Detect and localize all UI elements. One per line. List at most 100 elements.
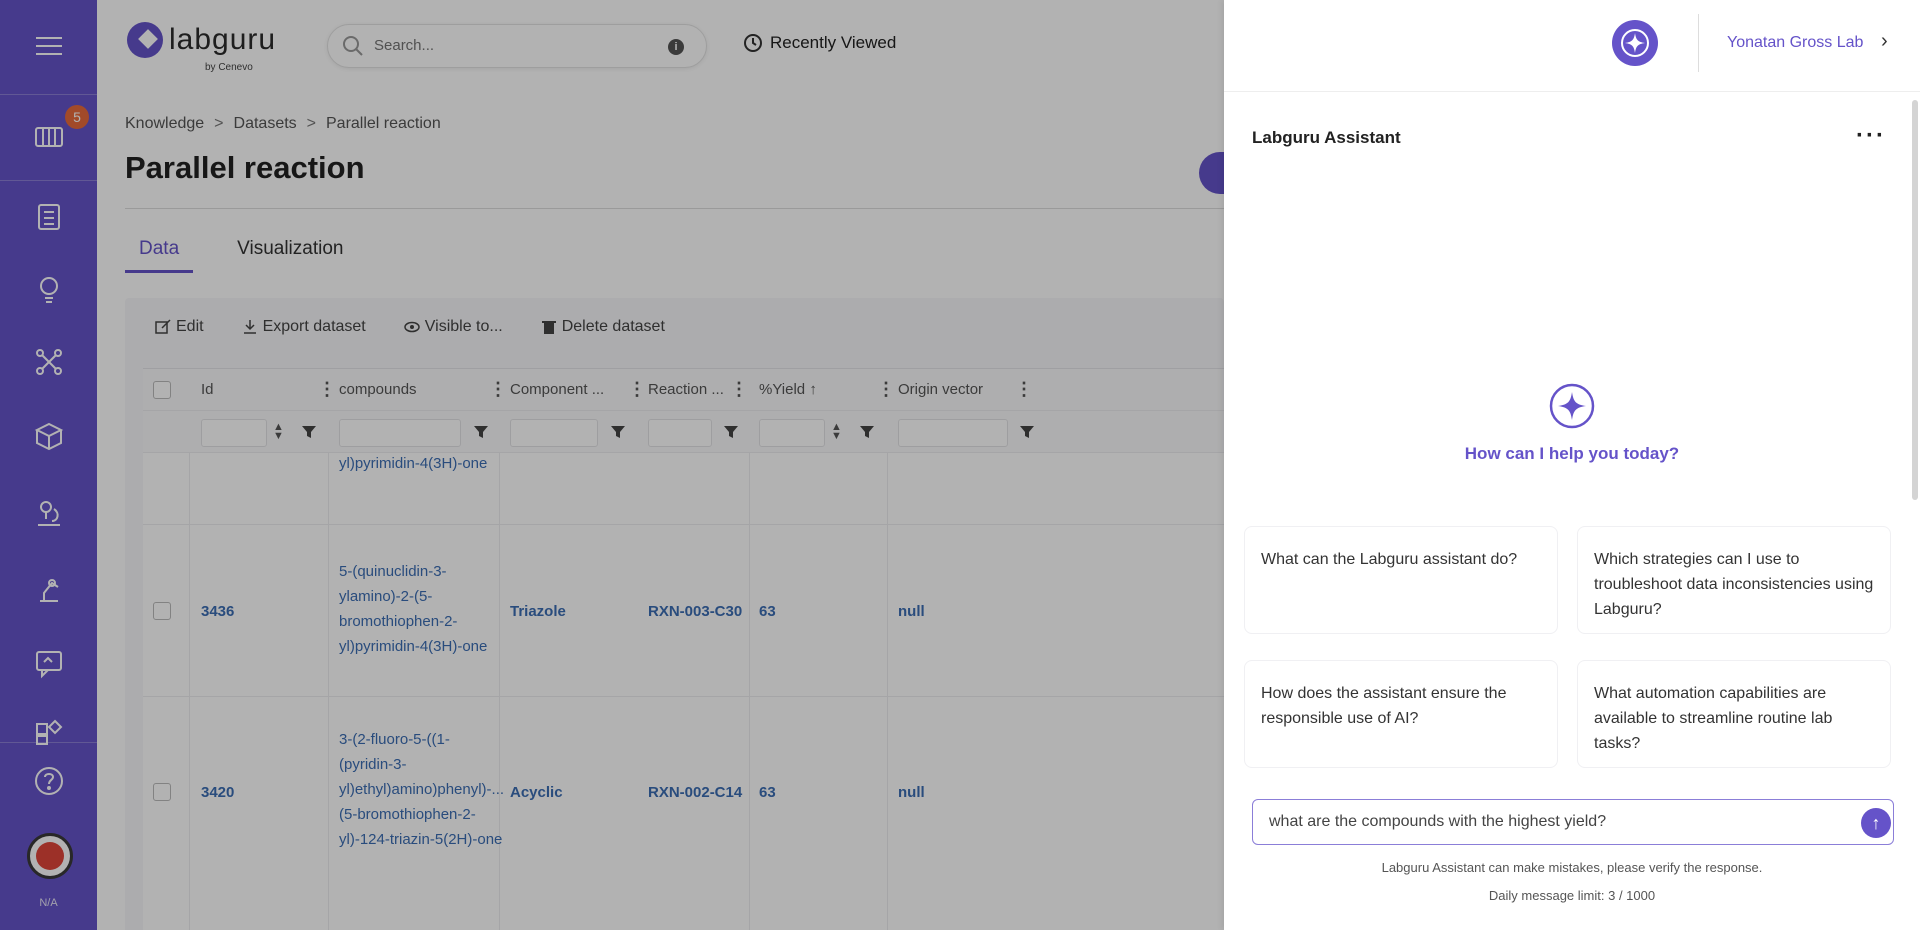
column-header-origin-vector[interactable]: Origin vector <box>898 381 983 398</box>
scrollbar[interactable] <box>1912 100 1918 500</box>
edit-button[interactable]: Edit <box>155 318 204 336</box>
help-icon[interactable] <box>0 750 97 812</box>
breadcrumb-knowledge[interactable]: Knowledge <box>125 115 204 133</box>
table-row[interactable]: 3420 3-(2-fluoro-5-((1- (pyridin-3- yl)e… <box>143 697 1224 877</box>
eye-icon <box>404 319 420 335</box>
column-header-component[interactable]: Component ... <box>510 381 604 398</box>
compounds-filter-input[interactable] <box>339 419 461 447</box>
brand-sub: by Cenevo <box>205 62 253 73</box>
filter-icon[interactable] <box>859 424 875 440</box>
clipboard-icon[interactable] <box>0 185 97 247</box>
history-icon <box>742 32 764 54</box>
search-icon <box>342 35 364 57</box>
export-dataset-button[interactable]: Export dataset <box>242 318 366 336</box>
table-row[interactable]: 3436 5-(quinuclidin-3- ylamino)-2-(5- br… <box>143 525 1224 697</box>
export-label: Export dataset <box>263 318 366 336</box>
filter-icon[interactable] <box>610 424 626 440</box>
divider <box>1698 14 1699 72</box>
assistant-title: Labguru Assistant <box>1252 128 1401 148</box>
labguru-logo[interactable]: labguru <box>127 22 276 58</box>
primary-action-button[interactable] <box>1199 152 1224 194</box>
recently-viewed-label: Recently Viewed <box>770 33 896 53</box>
column-menu-icon[interactable]: ⋮ <box>628 379 646 400</box>
yield-filter-input[interactable] <box>759 419 825 447</box>
labguru-logo-icon <box>127 22 163 58</box>
sort-toggle-icon[interactable]: ▲▼ <box>273 423 284 441</box>
microscope-icon[interactable] <box>0 481 97 543</box>
suggestion-card[interactable]: How does the assistant ensure the respon… <box>1244 660 1558 768</box>
origin-cell[interactable]: null <box>898 784 925 801</box>
select-all-checkbox[interactable] <box>153 381 171 399</box>
visible-label: Visible to... <box>425 318 503 336</box>
yield-cell[interactable]: 63 <box>759 603 776 620</box>
search-bar[interactable]: i <box>327 24 707 68</box>
component-filter-input[interactable] <box>510 419 598 447</box>
column-header-id[interactable]: Id <box>201 381 214 398</box>
assistant-drawer: Yonatan Gross Lab › Labguru Assistant ··… <box>1224 0 1920 930</box>
row-checkbox[interactable] <box>153 783 171 801</box>
tab-data[interactable]: Data <box>125 236 193 273</box>
reaction-cell[interactable]: RXN-003-C30 <box>648 603 742 620</box>
tabs: Data Visualization <box>125 236 357 273</box>
table-row[interactable]: yl)pyrimidin-4(3H)-one <box>143 453 1224 525</box>
id-cell[interactable]: 3436 <box>201 603 234 620</box>
origin-filter-input[interactable] <box>898 419 1008 447</box>
filter-icon[interactable] <box>473 424 489 440</box>
divider <box>125 208 1224 209</box>
column-header-compounds[interactable]: compounds <box>339 381 417 398</box>
column-menu-icon[interactable]: ⋮ <box>1015 379 1033 400</box>
reaction-filter-input[interactable] <box>648 419 712 447</box>
assistant-toggle-button[interactable] <box>1612 20 1658 66</box>
id-cell[interactable]: 3420 <box>201 784 234 801</box>
filter-icon[interactable] <box>723 424 739 440</box>
download-icon <box>242 319 258 335</box>
feedback-icon[interactable] <box>0 632 97 694</box>
box-icon[interactable] <box>0 405 97 467</box>
column-header-reaction[interactable]: Reaction ... <box>648 381 724 398</box>
origin-cell[interactable]: null <box>898 603 925 620</box>
column-header-yield[interactable]: %Yield ↑ <box>759 381 817 398</box>
tab-visualization[interactable]: Visualization <box>223 236 357 273</box>
lab-switcher-link[interactable]: Yonatan Gross Lab <box>1727 34 1863 52</box>
send-button[interactable]: ↑ <box>1861 808 1891 838</box>
reaction-cell[interactable]: RXN-002-C14 <box>648 784 742 801</box>
network-icon[interactable] <box>0 331 97 393</box>
lightbulb-icon[interactable] <box>0 258 97 320</box>
delete-label: Delete dataset <box>562 318 665 336</box>
chat-input-box[interactable]: ↑ <box>1252 799 1894 845</box>
chevron-right-icon[interactable]: › <box>1881 30 1888 53</box>
info-icon[interactable]: i <box>668 39 684 55</box>
column-menu-icon[interactable]: ⋮ <box>489 379 507 400</box>
yield-cell[interactable]: 63 <box>759 784 776 801</box>
component-cell[interactable]: Triazole <box>510 603 566 620</box>
id-filter-input[interactable] <box>201 419 267 447</box>
column-menu-icon[interactable]: ⋮ <box>730 379 748 400</box>
more-options-icon[interactable]: ··· <box>1856 122 1886 150</box>
suggestion-card[interactable]: What automation capabilities are availab… <box>1577 660 1891 768</box>
row-checkbox[interactable] <box>153 602 171 620</box>
visible-to-button[interactable]: Visible to... <box>404 318 503 336</box>
suggestion-card[interactable]: What can the Labguru assistant do? <box>1244 526 1558 634</box>
chat-input[interactable] <box>1269 813 1839 831</box>
menu-icon[interactable] <box>0 15 97 77</box>
robot-arm-icon[interactable] <box>0 557 97 619</box>
breadcrumb-datasets[interactable]: Datasets <box>234 115 297 133</box>
filter-icon[interactable] <box>1019 424 1035 440</box>
sort-toggle-icon[interactable]: ▲▼ <box>831 423 842 441</box>
recently-viewed-button[interactable]: Recently Viewed <box>742 32 896 54</box>
suggestion-card[interactable]: Which strategies can I use to troublesho… <box>1577 526 1891 634</box>
avatar[interactable] <box>27 833 73 879</box>
delete-dataset-button[interactable]: Delete dataset <box>541 318 665 336</box>
search-input[interactable] <box>374 37 654 54</box>
compound-cell[interactable]: 3-(2-fluoro-5-((1- (pyridin-3- yl)ethyl)… <box>339 727 514 852</box>
compound-cell[interactable]: 5-(quinuclidin-3- ylamino)-2-(5- bromoth… <box>339 559 514 659</box>
column-menu-icon[interactable]: ⋮ <box>877 379 895 400</box>
filter-icon[interactable] <box>301 424 317 440</box>
breadcrumb-separator: > <box>214 115 223 133</box>
avatar-image <box>36 842 64 870</box>
component-cell[interactable]: Acyclic <box>510 784 563 801</box>
column-menu-icon[interactable]: ⋮ <box>318 379 336 400</box>
message-limit: Daily message limit: 3 / 1000 <box>1224 888 1920 903</box>
edit-label: Edit <box>176 318 204 336</box>
compound-cell[interactable]: yl)pyrimidin-4(3H)-one <box>339 451 514 476</box>
